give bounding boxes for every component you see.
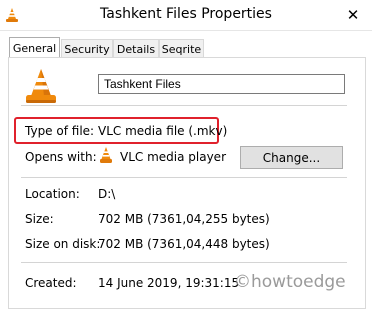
created-label: Created: xyxy=(25,276,77,290)
divider xyxy=(21,177,347,178)
opens-with-label: Opens with: xyxy=(25,150,97,164)
size-on-disk-value: 702 MB (7361,04,448 bytes) xyxy=(98,237,270,251)
tab-security[interactable]: Security xyxy=(61,39,113,58)
tab-label: Security xyxy=(64,42,110,56)
tab-label: Details xyxy=(116,42,156,56)
close-icon: ✕ xyxy=(346,6,360,24)
size-value: 702 MB (7361,04,255 bytes) xyxy=(98,212,270,226)
divider xyxy=(21,262,347,263)
type-of-file-label: Type of file: xyxy=(25,124,95,138)
tab-label: General xyxy=(12,41,57,55)
window-title: Tashkent Files Properties xyxy=(100,6,272,22)
file-name-field[interactable] xyxy=(98,74,345,94)
tab-seqrite[interactable]: Seqrite xyxy=(159,39,204,58)
opens-with-value: VLC media player xyxy=(120,150,227,164)
tab-details[interactable]: Details xyxy=(113,39,159,58)
title-bar: Tashkent Files Properties ✕ xyxy=(0,0,372,31)
change-button[interactable]: Change... xyxy=(240,146,343,169)
type-of-file-value: VLC media file (.mkv) xyxy=(98,124,228,138)
vlc-cone-icon xyxy=(26,69,56,103)
close-button[interactable]: ✕ xyxy=(333,0,372,30)
location-label: Location: xyxy=(25,187,80,201)
tab-general[interactable]: General xyxy=(9,37,60,58)
size-label: Size: xyxy=(25,212,54,226)
divider xyxy=(21,105,347,106)
created-value: 14 June 2019, 19:31:15 xyxy=(98,276,240,290)
location-value: D:\ xyxy=(98,187,116,201)
vlc-cone-icon xyxy=(100,147,112,163)
size-on-disk-label: Size on disk: xyxy=(25,237,101,251)
watermark: ©howtoedge xyxy=(234,272,346,292)
tab-label: Seqrite xyxy=(161,42,202,56)
